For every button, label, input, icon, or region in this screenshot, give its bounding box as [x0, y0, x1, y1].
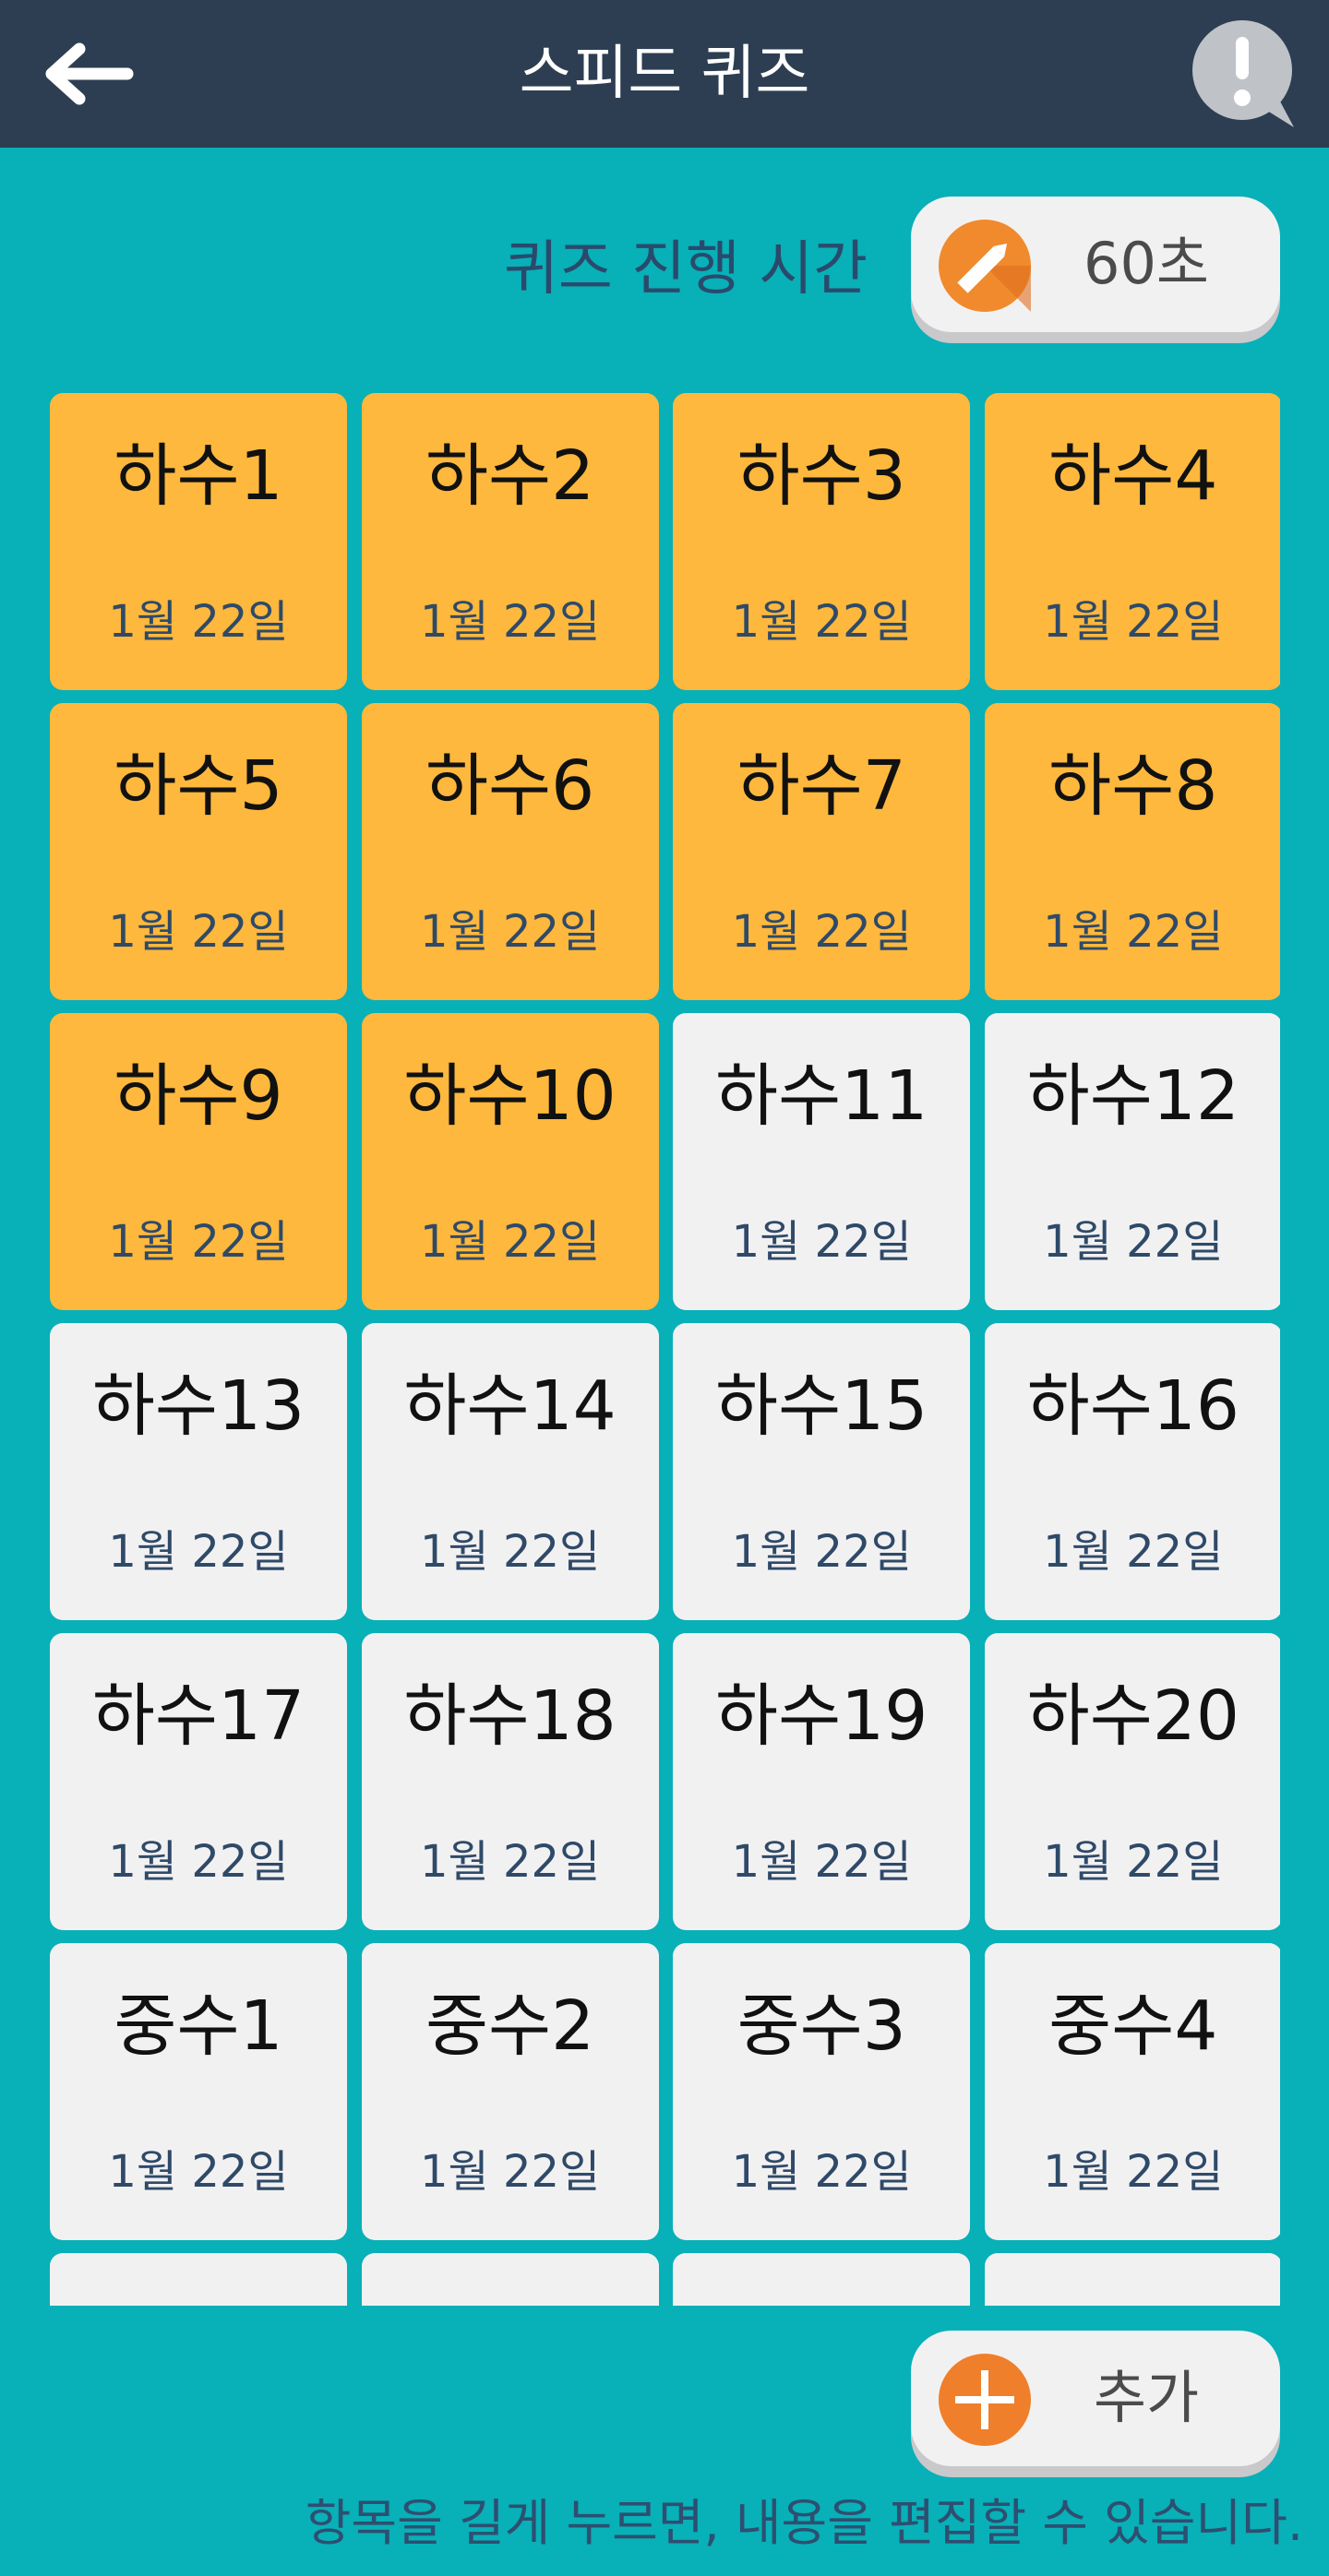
- quiz-card-title: 하수13: [91, 1366, 305, 1446]
- quiz-card-title: 중수2: [425, 1986, 595, 2066]
- quiz-card-date: 1월 22일: [731, 596, 912, 648]
- quiz-card[interactable]: 하수1 1월 22일: [50, 393, 347, 690]
- quiz-card-title: 하수3: [736, 436, 906, 516]
- quiz-card[interactable]: 중수2 1월 22일: [361, 1943, 659, 2240]
- quiz-card-date: 1월 22일: [108, 596, 289, 648]
- quiz-card-title: 하수17: [91, 1676, 305, 1756]
- quiz-card-date: 1월 22일: [731, 906, 912, 958]
- quiz-card-date: 1월 22일: [108, 906, 289, 958]
- plus-icon: [939, 2354, 1031, 2446]
- quiz-card-date: 1월 22일: [419, 2146, 601, 2198]
- quiz-card-date: 1월 22일: [108, 1836, 289, 1888]
- quiz-card-date: 1월 22일: [419, 1526, 601, 1578]
- quiz-card-title: 중수3: [736, 1986, 906, 2066]
- quiz-card-title: 하수6: [425, 746, 595, 826]
- quiz-card-date: 1월 22일: [108, 1216, 289, 1268]
- quiz-card-title: 하수8: [1048, 746, 1218, 826]
- quiz-card-title: 중수1: [114, 1986, 283, 2066]
- quiz-card[interactable]: 중수4 1월 22일: [984, 1943, 1280, 2240]
- quiz-time-value: 60초: [1084, 230, 1209, 297]
- quiz-card-date: 1월 22일: [1043, 906, 1224, 958]
- quiz-card[interactable]: 하수13 1월 22일: [50, 1323, 347, 1620]
- edit-hint: 항목을 길게 누르면, 내용을 편집할 수 있습니다.: [305, 2494, 1303, 2552]
- quiz-card-title: 하수7: [736, 746, 906, 826]
- quiz-card[interactable]: 하수4 1월 22일: [984, 393, 1280, 690]
- quiz-card-title: 하수19: [715, 1676, 928, 1756]
- quiz-card[interactable]: 하수6 1월 22일: [361, 703, 659, 1000]
- app-bar: 스피드 퀴즈: [0, 0, 1329, 148]
- quiz-time-button[interactable]: 60초: [911, 197, 1280, 332]
- quiz-card-title: 하수1: [114, 436, 283, 516]
- quiz-card-date: 1월 22일: [419, 906, 601, 958]
- quiz-card-date: 1월 22일: [1043, 1836, 1224, 1888]
- quiz-card-date: 1월 22일: [731, 2146, 912, 2198]
- quiz-card-date: 1월 22일: [1043, 1526, 1224, 1578]
- quiz-card[interactable]: 하수5 1월 22일: [50, 703, 347, 1000]
- quiz-card-date: 1월 22일: [731, 1526, 912, 1578]
- pencil-icon: [939, 220, 1031, 312]
- add-button-label: 추가: [1093, 2364, 1200, 2431]
- quiz-card[interactable]: 하수7 1월 22일: [673, 703, 971, 1000]
- quiz-card[interactable]: 중수3 1월 22일: [673, 1943, 971, 2240]
- quiz-card[interactable]: 하수10 1월 22일: [361, 1013, 659, 1310]
- quiz-card[interactable]: 하수12 1월 22일: [984, 1013, 1280, 1310]
- quiz-card-date: 1월 22일: [731, 1836, 912, 1888]
- page-title: 스피드 퀴즈: [519, 40, 810, 108]
- quiz-card-title: 하수14: [403, 1366, 617, 1446]
- quiz-card-date: 1월 22일: [1043, 2146, 1224, 2198]
- info-button[interactable]: [1191, 17, 1303, 129]
- quiz-card[interactable]: [361, 2253, 659, 2306]
- quiz-card-date: 1월 22일: [731, 1216, 912, 1268]
- quiz-grid: 하수1 1월 22일 하수2 1월 22일 하수3 1월 22일 하수4 1월 22일 하수5 1…: [50, 393, 1280, 2306]
- exclamation-bubble-icon: [1192, 20, 1294, 127]
- quiz-card-title: 하수16: [1026, 1366, 1239, 1446]
- quiz-card-title: 하수9: [114, 1056, 283, 1136]
- quiz-card-title: 중수4: [1048, 1986, 1218, 2066]
- quiz-card[interactable]: 하수11 1월 22일: [673, 1013, 971, 1310]
- quiz-card-title: 하수4: [1048, 436, 1218, 516]
- quiz-card-date: 1월 22일: [108, 1526, 289, 1578]
- quiz-card-date: 1월 22일: [419, 1216, 601, 1268]
- quiz-card-date: 1월 22일: [1043, 1216, 1224, 1268]
- quiz-card-title: 하수12: [1026, 1056, 1239, 1136]
- quiz-card-title: 하수20: [1026, 1676, 1239, 1756]
- quiz-card[interactable]: 하수20 1월 22일: [984, 1633, 1280, 1930]
- quiz-card-title: 하수11: [715, 1056, 928, 1136]
- quiz-card-title: 하수2: [425, 436, 595, 516]
- quiz-card-date: 1월 22일: [1043, 596, 1224, 648]
- quiz-card-title: 하수10: [403, 1056, 617, 1136]
- quiz-card[interactable]: 하수17 1월 22일: [50, 1633, 347, 1930]
- quiz-card[interactable]: [673, 2253, 971, 2306]
- quiz-card-date: 1월 22일: [108, 2146, 289, 2198]
- quiz-card-title: 하수15: [715, 1366, 928, 1446]
- quiz-card[interactable]: 하수8 1월 22일: [984, 703, 1280, 1000]
- quiz-card[interactable]: 하수9 1월 22일: [50, 1013, 347, 1310]
- quiz-card-date: 1월 22일: [419, 596, 601, 648]
- quiz-card[interactable]: 하수16 1월 22일: [984, 1323, 1280, 1620]
- quiz-card[interactable]: [50, 2253, 347, 2306]
- quiz-card-title: 하수5: [114, 746, 283, 826]
- quiz-card-title: 하수18: [403, 1676, 617, 1756]
- quiz-card[interactable]: 하수3 1월 22일: [673, 393, 971, 690]
- quiz-card[interactable]: 하수18 1월 22일: [361, 1633, 659, 1930]
- quiz-card[interactable]: 중수1 1월 22일: [50, 1943, 347, 2240]
- quiz-card[interactable]: 하수15 1월 22일: [673, 1323, 971, 1620]
- quiz-card-date: 1월 22일: [419, 1836, 601, 1888]
- quiz-card[interactable]: 하수19 1월 22일: [673, 1633, 971, 1930]
- add-button[interactable]: 추가: [911, 2331, 1280, 2466]
- quiz-time-label: 퀴즈 진행 시간: [504, 235, 868, 304]
- quiz-card[interactable]: 하수2 1월 22일: [361, 393, 659, 690]
- quiz-card[interactable]: [984, 2253, 1280, 2306]
- quiz-card[interactable]: 하수14 1월 22일: [361, 1323, 659, 1620]
